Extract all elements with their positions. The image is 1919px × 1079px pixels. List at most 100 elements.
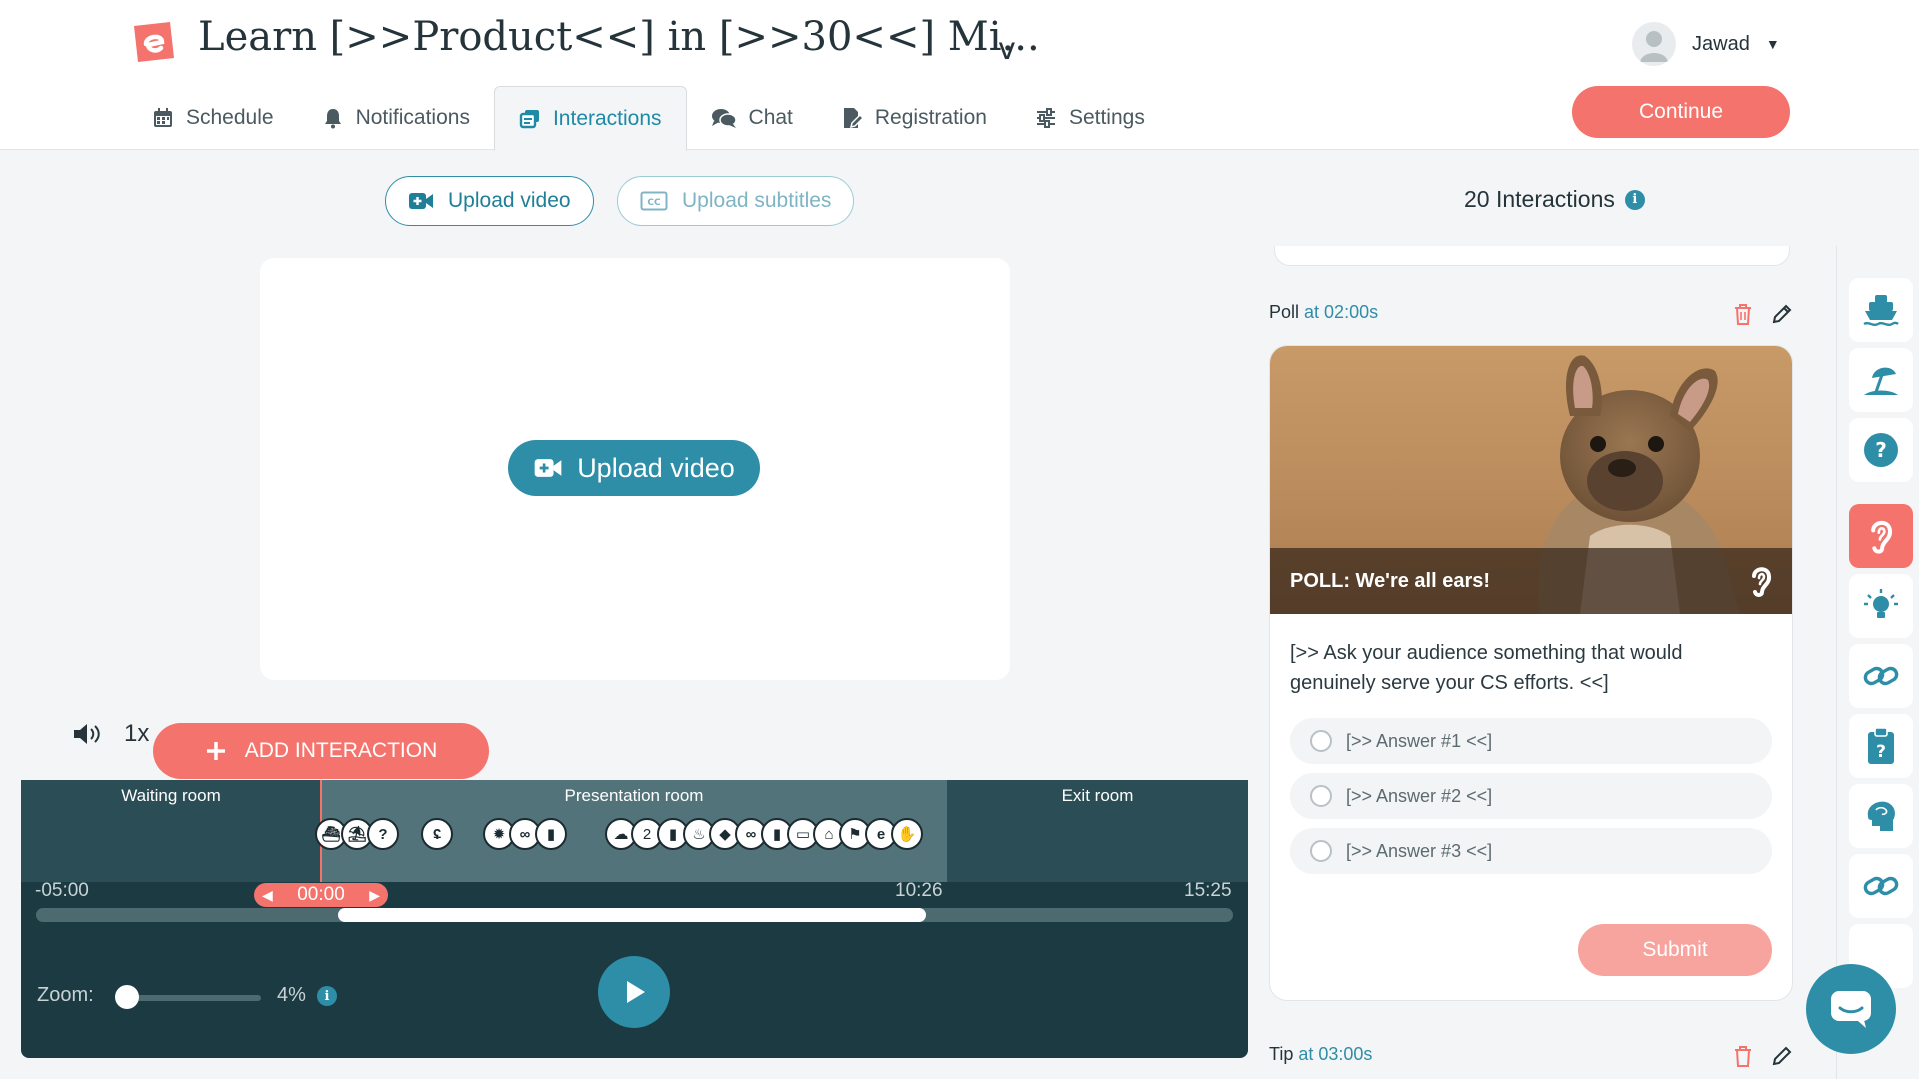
ear-icon[interactable]: ʢ (421, 818, 453, 850)
sliders-icon (1036, 108, 1055, 128)
user-name: Jawad (1692, 32, 1750, 55)
pencil-icon[interactable] (1770, 1044, 1794, 1068)
palette-link-2[interactable] (1849, 854, 1913, 918)
palette-quiz[interactable]: ? (1849, 714, 1913, 778)
current-time-handle[interactable]: ◀ 00:00 ▶ (254, 883, 388, 907)
trash-icon[interactable] (1732, 1044, 1754, 1068)
evermore-logo-icon[interactable] (130, 20, 178, 64)
question-icon[interactable]: ? (367, 818, 399, 850)
tip-card-header: Tip at 03:00s (1269, 1044, 1372, 1065)
palette-ship[interactable] (1849, 278, 1913, 342)
tab-label: Notifications (355, 106, 470, 129)
exit-room-segment[interactable]: Exit room (947, 780, 1248, 882)
poll-answer-3[interactable]: [>> Answer #3 <<] (1290, 828, 1772, 874)
pencil-icon[interactable] (1770, 302, 1794, 326)
player-controls: 1x (72, 720, 149, 748)
lightbulb-icon (1864, 589, 1898, 618)
zoom-slider-handle[interactable] (115, 985, 139, 1009)
support-chat-button[interactable] (1806, 964, 1896, 1054)
closed-captions-icon: CC (640, 191, 668, 211)
presentation-room-label: Presentation room (564, 786, 704, 805)
event-title[interactable]: Learn [>>Product<<] in [>>30<<] Mi... (198, 14, 1040, 60)
video-upload-button[interactable]: Upload video (508, 440, 760, 496)
wave-hand-icon[interactable]: ✋ (891, 818, 923, 850)
poll-image: POLL: We're all ears! (1270, 346, 1792, 614)
user-menu[interactable]: Jawad ▼ (1632, 22, 1780, 66)
top-header: Learn [>>Product<<] in [>>30<<] Mi... v … (0, 0, 1919, 151)
registration-icon (843, 108, 863, 129)
ear-icon (1871, 520, 1892, 554)
tab-chat[interactable]: Chat (687, 86, 817, 150)
zoom-slider-track[interactable] (121, 995, 261, 1001)
arrow-left-icon[interactable]: ◀ (262, 887, 273, 904)
bell-icon (324, 109, 341, 129)
info-icon[interactable]: i (1624, 189, 1645, 210)
timeline-cluster-2: ʢ (421, 818, 453, 850)
radio-button[interactable] (1310, 840, 1332, 862)
end-time: 15:25 (1184, 880, 1232, 901)
trash-icon[interactable] (1732, 302, 1754, 326)
timeline: Waiting room Presentation room Exit room… (21, 780, 1248, 1058)
calendar-icon (154, 108, 172, 127)
tab-label: Settings (1068, 106, 1145, 129)
radio-button[interactable] (1310, 730, 1332, 752)
arrow-right-icon[interactable]: ▶ (369, 887, 380, 904)
continue-button[interactable]: Continue (1572, 86, 1790, 138)
current-time-value: 00:00 (297, 884, 345, 905)
link-icon (1863, 876, 1899, 896)
radio-button[interactable] (1310, 785, 1332, 807)
add-interaction-label: ADD INTERACTION (244, 739, 438, 762)
exit-room-label: Exit room (1061, 786, 1134, 805)
beach-umbrella-icon (1864, 367, 1898, 395)
title-chevron-down-icon[interactable]: v (998, 32, 1016, 67)
tab-label: Interactions (552, 106, 662, 130)
tab-label: Chat (748, 106, 793, 129)
poll-card-header: Poll at 02:00s (1269, 302, 1378, 323)
palette-link[interactable] (1849, 644, 1913, 708)
clipboard-question-icon[interactable]: ▮ (535, 818, 567, 850)
volume-icon[interactable] (72, 722, 102, 746)
main-tabs: Schedule Notifications Interactions Chat… (128, 86, 1169, 151)
timeline-track[interactable] (36, 908, 1233, 922)
upload-video-button[interactable]: Upload video (385, 176, 594, 226)
zoom-label: Zoom: (37, 984, 94, 1006)
play-button[interactable] (598, 956, 670, 1028)
waiting-room-label: Waiting room (121, 786, 221, 805)
video-camera-icon (534, 459, 562, 477)
poll-answer-1[interactable]: [>> Answer #1 <<] (1290, 718, 1772, 764)
time-labels: -05:00 10:26 15:25 (21, 880, 1248, 906)
answer-label: [>> Answer #1 <<] (1346, 730, 1493, 751)
clipboard-question-icon: ? (1868, 727, 1894, 764)
poll-question: [>> Ask your audience something that wou… (1290, 642, 1683, 694)
tab-settings[interactable]: Settings (1011, 86, 1169, 150)
poll-answer-2[interactable]: [>> Answer #2 <<] (1290, 773, 1772, 819)
question-icon: ? (1864, 433, 1898, 467)
tab-notifications[interactable]: Notifications (298, 86, 494, 150)
palette-beach[interactable] (1849, 348, 1913, 412)
chat-icon (711, 109, 737, 128)
svg-text:?: ? (1875, 438, 1887, 462)
playback-speed[interactable]: 1x (124, 720, 149, 748)
palette-brain[interactable] (1849, 784, 1913, 848)
add-interaction-button[interactable]: ADD INTERACTION (153, 723, 489, 779)
tab-registration[interactable]: Registration (817, 86, 1011, 150)
upload-subtitles-button[interactable]: CC Upload subtitles (617, 176, 855, 226)
tab-schedule[interactable]: Schedule (128, 86, 298, 150)
timeline-visible-range[interactable] (338, 908, 926, 922)
caret-down-icon: ▼ (1765, 36, 1780, 52)
palette-idea[interactable] (1849, 574, 1913, 638)
video-camera-icon (409, 193, 433, 209)
submit-button[interactable]: Submit (1578, 924, 1772, 976)
card-type-label: Poll (1269, 302, 1300, 322)
card-time-label: at 02:00s (1304, 302, 1379, 322)
card-type-label: Tip (1269, 1044, 1294, 1064)
info-icon[interactable]: i (317, 986, 337, 1006)
card-time-label: at 03:00s (1298, 1044, 1373, 1064)
palette-poll-ear[interactable] (1849, 504, 1913, 568)
poll-banner: POLL: We're all ears! (1270, 548, 1792, 614)
tab-interactions[interactable]: Interactions (493, 86, 687, 151)
interactions-count: 20 Interactions i (1464, 186, 1645, 213)
palette-question[interactable]: ? (1849, 418, 1913, 482)
mid-time: 10:26 (895, 880, 943, 901)
waiting-room-segment[interactable]: Waiting room (21, 780, 321, 882)
